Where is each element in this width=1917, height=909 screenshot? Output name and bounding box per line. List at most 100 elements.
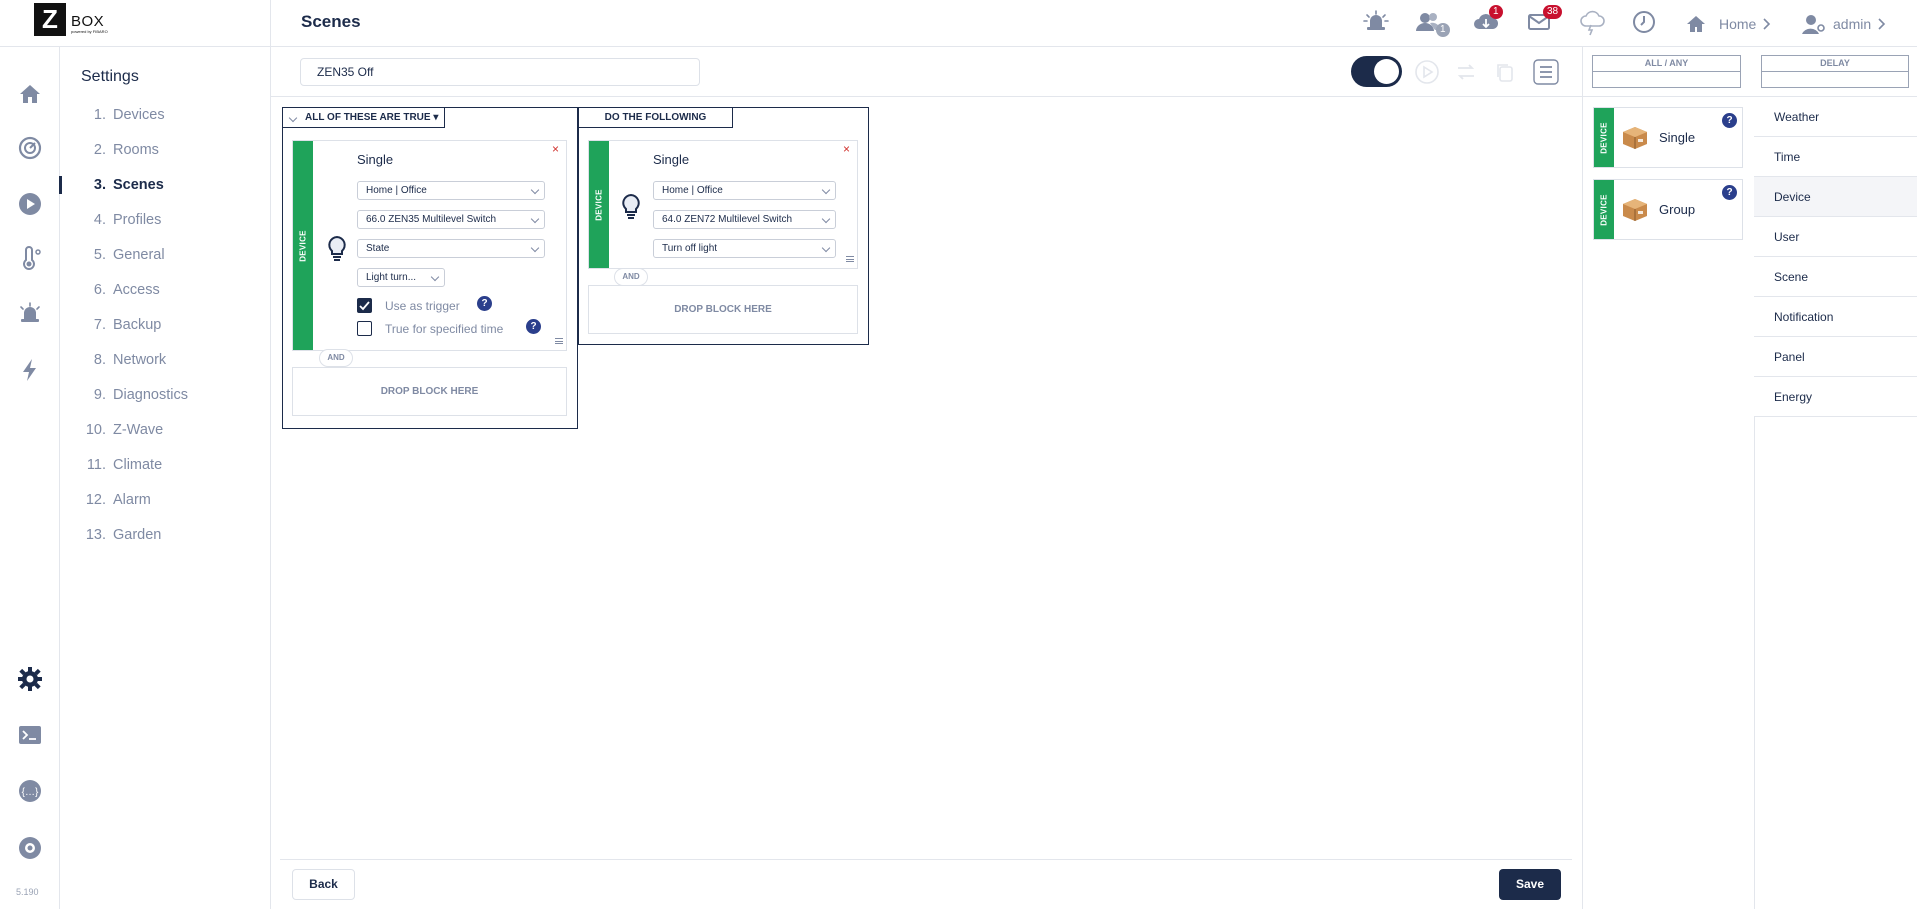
settings-item-label: Alarm xyxy=(113,492,151,508)
help-icon[interactable]: ? xyxy=(1722,185,1737,200)
settings-item-garden[interactable]: 13. Garden xyxy=(84,525,162,545)
settings-item-label: Rooms xyxy=(113,142,159,158)
device-type-label: DEVICE xyxy=(298,229,308,262)
package-icon xyxy=(1620,196,1650,222)
toolbar-divider xyxy=(271,96,1582,97)
help-icon[interactable]: ? xyxy=(477,296,492,311)
all-any-block[interactable]: ALL / ANY xyxy=(1592,55,1741,88)
alarm-icon[interactable] xyxy=(17,301,43,327)
category-time[interactable]: Time xyxy=(1754,137,1917,177)
play-icon[interactable] xyxy=(17,191,43,217)
scene-menu-icon[interactable] xyxy=(1533,59,1559,85)
convert-icon[interactable] xyxy=(1453,59,1479,85)
property-select[interactable]: State xyxy=(357,239,545,258)
palette-block-single[interactable]: DEVICE Single ? xyxy=(1593,107,1743,168)
conditions-drop-zone[interactable]: DROP BLOCK HERE xyxy=(292,367,567,416)
energy-icon[interactable] xyxy=(17,357,43,383)
action-select-value: Turn off light xyxy=(662,243,718,254)
device-type-bar: DEVICE xyxy=(293,141,313,350)
users-badge: 1 xyxy=(1436,23,1450,37)
settings-item-profiles[interactable]: 4. Profiles xyxy=(84,210,161,230)
settings-item-network[interactable]: 8. Network xyxy=(84,350,166,370)
help-icon[interactable]: ? xyxy=(526,319,541,334)
terminal-icon[interactable] xyxy=(17,722,43,748)
action-device-card[interactable]: DEVICE Single × Home | Office 64.0 ZEN72… xyxy=(588,140,858,269)
copy-icon[interactable] xyxy=(1492,59,1518,85)
api-icon[interactable]: {…} xyxy=(17,778,43,804)
settings-item-general[interactable]: 5. General xyxy=(84,245,165,265)
settings-item-access[interactable]: 6. Access xyxy=(84,280,160,300)
delay-block[interactable]: DELAY xyxy=(1761,55,1909,88)
conditions-mode-dropdown[interactable]: ALL OF THESE ARE TRUE ▾ xyxy=(282,107,445,128)
settings-item-climate[interactable]: 11. Climate xyxy=(84,455,162,475)
device-select[interactable]: 66.0 ZEN35 Multilevel Switch xyxy=(357,210,545,229)
category-scene[interactable]: Scene xyxy=(1754,257,1917,297)
user-settings-icon xyxy=(1801,13,1827,35)
settings-item-rooms[interactable]: 2. Rooms xyxy=(84,140,159,160)
caret-down-icon: ▾ xyxy=(430,112,439,123)
save-button[interactable]: Save xyxy=(1499,869,1561,900)
settings-item-label: Devices xyxy=(113,107,165,123)
gear-icon[interactable] xyxy=(17,666,43,692)
dashboard-icon[interactable] xyxy=(17,135,43,161)
logo-mark: Z xyxy=(34,3,66,36)
settings-item-diagnostics[interactable]: 9. Diagnostics xyxy=(84,385,188,405)
settings-title: Settings xyxy=(81,68,139,85)
actions-tab-label: DO THE FOLLOWING xyxy=(604,112,707,123)
condition-device-card[interactable]: DEVICE Single × Home | Office 66.0 ZEN35… xyxy=(292,140,567,351)
room-select[interactable]: Home | Office xyxy=(357,181,545,200)
bottom-bar xyxy=(280,859,1572,909)
zbox-logo[interactable]: Z BOX powered by FIBARO xyxy=(34,3,108,36)
chevron-down-icon xyxy=(821,185,831,195)
actions-drop-zone[interactable]: DROP BLOCK HERE xyxy=(588,285,858,334)
close-icon[interactable]: × xyxy=(552,142,559,156)
category-user[interactable]: User xyxy=(1754,217,1917,257)
scene-name-input[interactable] xyxy=(300,58,700,86)
settings-item-scenes[interactable]: 3. Scenes xyxy=(84,175,164,195)
category-weather[interactable]: Weather xyxy=(1754,97,1917,137)
action-select[interactable]: Turn off light xyxy=(653,239,836,258)
category-device[interactable]: Device xyxy=(1754,177,1917,217)
drag-handle-icon[interactable] xyxy=(555,338,563,344)
true-for-time-checkbox[interactable] xyxy=(357,321,372,336)
actions-tab: DO THE FOLLOWING xyxy=(578,107,733,128)
palette-block-group[interactable]: DEVICE Group ? xyxy=(1593,179,1743,240)
help-icon[interactable] xyxy=(17,835,43,861)
scene-enabled-toggle[interactable] xyxy=(1351,56,1402,87)
settings-item-backup[interactable]: 7. Backup xyxy=(84,315,161,335)
device-type-label: DEVICE xyxy=(1599,121,1609,154)
device-type-label: DEVICE xyxy=(594,188,604,221)
alarm-icon[interactable] xyxy=(1362,8,1390,36)
back-button[interactable]: Back xyxy=(292,869,355,900)
category-energy[interactable]: Energy xyxy=(1754,377,1917,417)
help-icon[interactable]: ? xyxy=(1722,113,1737,128)
use-as-trigger-checkbox[interactable] xyxy=(357,298,372,313)
clock-icon[interactable] xyxy=(1630,8,1658,36)
device-type-label: DEVICE xyxy=(1599,193,1609,226)
run-scene-icon[interactable] xyxy=(1414,59,1440,85)
chevron-down-icon xyxy=(530,185,540,195)
device-select[interactable]: 64.0 ZEN72 Multilevel Switch xyxy=(653,210,836,229)
category-panel[interactable]: Panel xyxy=(1754,337,1917,377)
chevron-right-icon xyxy=(1877,17,1887,31)
chevron-down-icon xyxy=(821,214,831,224)
category-notification[interactable]: Notification xyxy=(1754,297,1917,337)
settings-item-number: 4. xyxy=(93,212,106,228)
value-select[interactable]: Light turn... xyxy=(357,268,445,287)
room-select-value: Home | Office xyxy=(662,185,723,196)
drag-handle-icon[interactable] xyxy=(846,256,854,262)
settings-item-z-wave[interactable]: 10. Z-Wave xyxy=(84,420,163,440)
thermometer-icon[interactable] xyxy=(17,246,43,272)
home-icon[interactable] xyxy=(17,81,43,107)
settings-item-number: 11. xyxy=(86,457,106,473)
settings-item-label: Climate xyxy=(113,457,163,473)
home-link[interactable]: Home xyxy=(1685,0,1772,47)
close-icon[interactable]: × xyxy=(843,142,850,156)
weather-icon[interactable] xyxy=(1578,8,1606,36)
room-select[interactable]: Home | Office xyxy=(653,181,836,200)
settings-item-devices[interactable]: 1. Devices xyxy=(84,105,165,125)
settings-item-label: Diagnostics xyxy=(113,387,188,403)
chevron-down-icon xyxy=(821,243,831,253)
user-menu[interactable]: admin xyxy=(1801,0,1887,47)
settings-item-alarm[interactable]: 12. Alarm xyxy=(84,490,151,510)
